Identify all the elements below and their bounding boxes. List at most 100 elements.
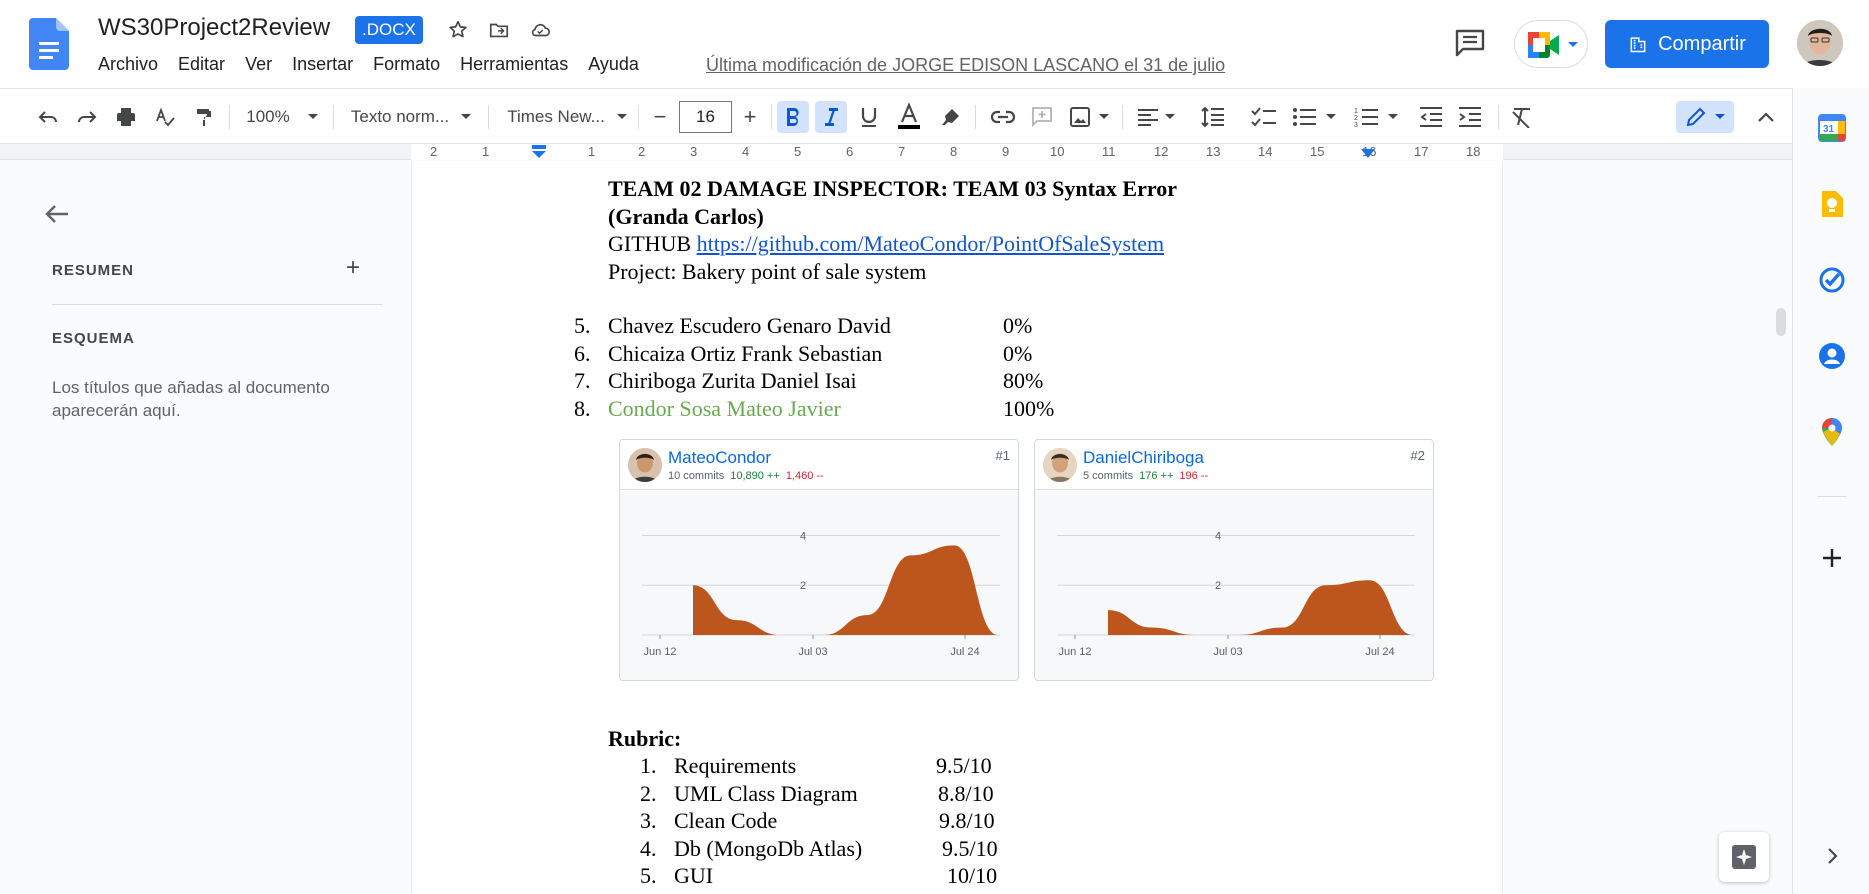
ruler-label: 13 — [1206, 144, 1221, 159]
editing-mode-button[interactable] — [1676, 101, 1734, 133]
font-size-input[interactable]: 16 — [679, 101, 732, 133]
italic-icon[interactable] — [815, 101, 847, 133]
contributor-username[interactable]: DanielChiriboga — [1083, 448, 1204, 468]
contributor-username[interactable]: MateoCondor — [668, 448, 771, 468]
right-indent-marker-icon[interactable] — [1361, 149, 1375, 159]
x-tick-label: Jun 12 — [643, 646, 676, 658]
left-indent-marker-icon[interactable] — [531, 145, 547, 159]
star-icon[interactable] — [444, 16, 472, 44]
explore-button[interactable] — [1719, 832, 1769, 882]
pencil-icon — [1686, 107, 1706, 127]
docs-logo-icon[interactable] — [29, 18, 69, 70]
bold-icon[interactable] — [777, 101, 809, 133]
hide-menus-icon[interactable] — [1750, 101, 1782, 133]
highlight-color-icon[interactable] — [935, 101, 967, 133]
keep-icon[interactable] — [1818, 190, 1846, 218]
chevron-down-icon — [1715, 114, 1725, 119]
get-addons-plus-icon[interactable] — [1818, 544, 1846, 572]
clear-formatting-icon[interactable] — [1506, 101, 1538, 133]
menu-formato[interactable]: Formato — [373, 54, 440, 75]
decrease-font-size-button[interactable]: − — [646, 101, 674, 133]
cloud-saved-icon[interactable] — [526, 16, 554, 44]
undo-icon[interactable] — [32, 101, 64, 133]
x-tick-label: Jul 03 — [1213, 646, 1242, 658]
contributor-avatar[interactable] — [1043, 448, 1077, 482]
decrease-indent-icon[interactable] — [1415, 101, 1447, 133]
numbered-list-icon[interactable]: 123 — [1352, 101, 1400, 133]
share-button[interactable]: Compartir — [1605, 20, 1769, 68]
rubric-number: 1. — [640, 753, 657, 778]
move-folder-icon[interactable] — [485, 16, 513, 44]
contribution-area-series — [1108, 580, 1413, 635]
paragraph-style-select[interactable]: Texto norm... — [346, 101, 476, 133]
ruler[interactable]: 2 1 1 2 3 4 5 6 7 8 9 10 11 12 13 14 15 … — [0, 144, 1792, 160]
menu-ver[interactable]: Ver — [245, 54, 272, 75]
svg-text:31: 31 — [1823, 124, 1835, 135]
contribution-area-chart: 4 2 Jun 12 Jul 03 Jul 24 — [620, 491, 1018, 680]
underline-icon[interactable] — [853, 101, 885, 133]
toolbar-divider — [229, 105, 230, 129]
menu-ayuda[interactable]: Ayuda — [588, 54, 639, 75]
contributor-card-header: MateoCondor 10 commits 10,890 ++ 1,460 -- … — [620, 440, 1018, 490]
contributor-stats: 5 commits 176 ++ 196 -- — [1083, 470, 1208, 482]
add-comment-icon[interactable] — [1026, 101, 1058, 133]
rubric-score: 9.8/10 — [939, 808, 995, 833]
toolbar-divider — [975, 105, 976, 129]
comments-icon[interactable] — [1454, 28, 1486, 58]
font-family-select[interactable]: Times New... — [502, 101, 632, 133]
team-heading: TEAM 02 DAMAGE INSPECTOR: TEAM 03 Syntax… — [608, 176, 1177, 201]
redo-icon[interactable] — [71, 101, 103, 133]
menu-archivo[interactable]: Archivo — [98, 54, 158, 75]
calendar-icon[interactable]: 31 — [1818, 114, 1846, 142]
maps-icon[interactable] — [1818, 418, 1846, 446]
bulleted-list-icon[interactable] — [1290, 101, 1338, 133]
show-side-panel-chevron-icon[interactable] — [1818, 842, 1846, 870]
rubric-item: Requirements — [674, 753, 797, 778]
document-title[interactable]: WS30Project2Review — [98, 14, 330, 42]
contacts-icon[interactable] — [1818, 342, 1846, 370]
contributor-card[interactable]: DanielChiriboga 5 commits 176 ++ 196 -- #2… — [1034, 439, 1434, 681]
align-left-icon[interactable] — [1134, 101, 1178, 133]
menu-herramientas[interactable]: Herramientas — [460, 54, 568, 75]
menu-insertar[interactable]: Insertar — [292, 54, 353, 75]
insert-link-icon[interactable] — [987, 101, 1019, 133]
close-outline-arrow-icon[interactable] — [44, 202, 70, 226]
menu-editar[interactable]: Editar — [178, 54, 225, 75]
rubric-number: 2. — [640, 781, 657, 806]
y-tick-label: 2 — [1215, 580, 1221, 592]
ruler-label: 2 — [430, 144, 438, 159]
github-link[interactable]: https://github.com/MateoCondor/PointOfSa… — [697, 231, 1165, 256]
summary-heading: RESUMEN — [52, 262, 135, 279]
toolbar-divider — [333, 105, 334, 129]
checklist-icon[interactable] — [1248, 101, 1280, 133]
vertical-scrollbar-thumb[interactable] — [1776, 308, 1786, 336]
contributor-card[interactable]: MateoCondor 10 commits 10,890 ++ 1,460 -- … — [619, 439, 1019, 681]
last-modified-link[interactable]: Última modificación de JORGE EDISON LASC… — [706, 55, 1225, 76]
additions-count: 10,890 ++ — [730, 470, 780, 482]
ruler-label: 12 — [1154, 144, 1169, 159]
spellcheck-icon[interactable] — [149, 101, 181, 133]
svg-text:2: 2 — [1354, 115, 1358, 122]
document-page[interactable]: TEAM 02 DAMAGE INSPECTOR: TEAM 03 Syntax… — [411, 161, 1503, 894]
contributor-avatar[interactable] — [628, 448, 662, 482]
user-avatar[interactable] — [1797, 20, 1843, 66]
text-color-icon[interactable] — [893, 101, 925, 133]
member-number: 6. — [574, 341, 591, 366]
insert-image-icon[interactable] — [1066, 101, 1112, 133]
tasks-icon[interactable] — [1818, 266, 1846, 294]
meet-button[interactable] — [1514, 20, 1588, 68]
ruler-label: 1 — [588, 144, 596, 159]
side-apps-panel: 31 — [1792, 88, 1869, 894]
print-icon[interactable] — [110, 101, 142, 133]
ruler-label: 5 — [794, 144, 802, 159]
paint-format-icon[interactable] — [188, 101, 220, 133]
increase-indent-icon[interactable] — [1454, 101, 1486, 133]
member-name: Chicaiza Ortiz Frank Sebastian — [608, 341, 883, 366]
ruler-label: 9 — [1002, 144, 1010, 159]
increase-font-size-button[interactable]: + — [736, 101, 764, 133]
add-summary-icon[interactable]: + — [346, 254, 360, 282]
ruler-label: 4 — [742, 144, 750, 159]
line-spacing-icon[interactable] — [1197, 101, 1229, 133]
contributor-rank: #2 — [1410, 448, 1425, 463]
zoom-select[interactable]: 100% — [242, 101, 322, 133]
